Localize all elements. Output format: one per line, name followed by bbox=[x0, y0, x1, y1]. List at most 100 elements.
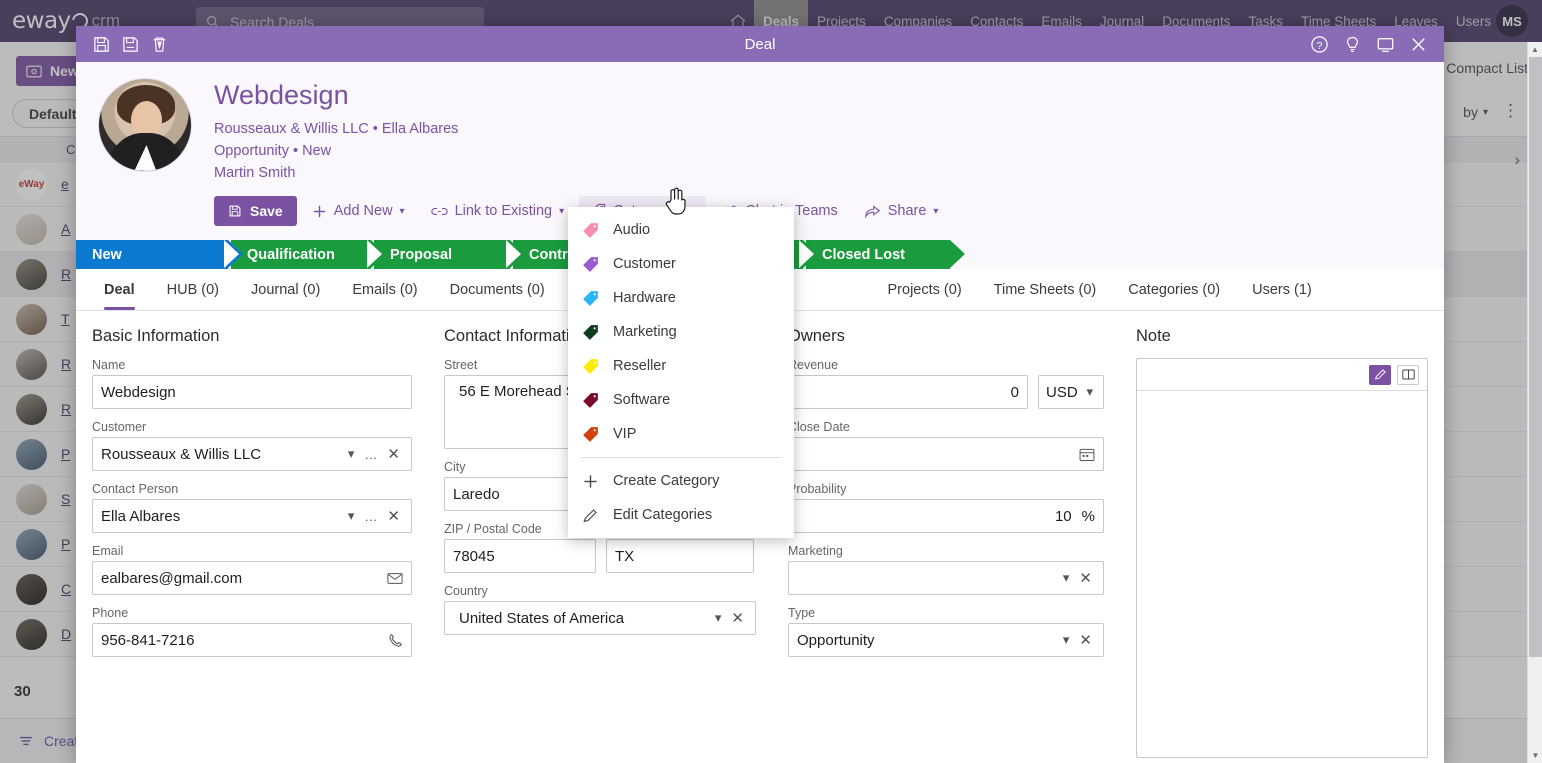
page-scrollbar[interactable]: ▲ ▼ bbox=[1527, 42, 1542, 763]
tab-projects[interactable]: Projects (0) bbox=[872, 270, 978, 310]
more-options-icon[interactable]: … bbox=[361, 447, 380, 462]
contact-person-input[interactable]: Ella Albares ▾ … ✕ bbox=[92, 499, 412, 534]
dialog-window-actions: ? bbox=[1310, 35, 1444, 54]
dialog-title-actions bbox=[76, 35, 169, 54]
phone-input[interactable]: 956-841-7216 bbox=[92, 623, 412, 658]
add-new-label: Add New bbox=[333, 203, 393, 220]
revenue-input[interactable]: 0 bbox=[788, 375, 1028, 410]
edit-categories-label: Edit Categories bbox=[613, 507, 713, 523]
tab-emails[interactable]: Emails (0) bbox=[336, 270, 433, 310]
note-editor[interactable] bbox=[1136, 358, 1428, 759]
category-item-audio[interactable]: Audio bbox=[568, 213, 794, 247]
chevron-down-icon[interactable]: ▾ bbox=[345, 508, 358, 524]
link-icon bbox=[430, 207, 448, 215]
tab-documents[interactable]: Documents (0) bbox=[434, 270, 561, 310]
field-value: 0 bbox=[1010, 383, 1019, 401]
pipeline-step-new[interactable]: New bbox=[76, 240, 243, 270]
deal-subtitle-line-3: Martin Smith bbox=[214, 165, 296, 182]
share-button[interactable]: Share ▾ bbox=[853, 196, 950, 226]
category-item-marketing[interactable]: Marketing bbox=[568, 315, 794, 349]
envelope-icon[interactable] bbox=[387, 572, 403, 585]
close-icon[interactable] bbox=[1409, 35, 1428, 54]
field-label: Country bbox=[444, 584, 488, 599]
save-icon bbox=[229, 205, 241, 217]
edit-categories-item[interactable]: Edit Categories bbox=[568, 498, 794, 532]
categories-dropdown: Audio Customer Hardware Marketing Resell… bbox=[568, 207, 794, 538]
link-to-existing-button[interactable]: Link to Existing ▾ bbox=[420, 196, 576, 226]
field-value: 956-841-7216 bbox=[101, 631, 195, 649]
pipeline-step-qualification[interactable]: Qualification bbox=[231, 240, 386, 270]
dialog-title-bar: Deal ? bbox=[76, 26, 1444, 62]
create-category-item[interactable]: Create Category bbox=[568, 464, 794, 498]
email-input[interactable]: ealbares@gmail.com bbox=[92, 561, 412, 596]
field-value: 78045 bbox=[453, 547, 495, 565]
clear-icon[interactable]: ✕ bbox=[1076, 631, 1095, 649]
deal-subtitle-line-2: Opportunity • New bbox=[214, 143, 332, 160]
more-options-icon[interactable]: … bbox=[361, 509, 380, 524]
category-item-reseller[interactable]: Reseller bbox=[568, 349, 794, 383]
field-value: Opportunity bbox=[797, 631, 875, 649]
save-icon[interactable] bbox=[92, 35, 111, 54]
currency-select[interactable]: USD ▾ bbox=[1038, 375, 1104, 410]
add-new-button[interactable]: Add New ▾ bbox=[301, 196, 416, 226]
scroll-down-icon[interactable]: ▼ bbox=[1528, 748, 1542, 763]
expand-panel-icon[interactable]: › bbox=[1514, 150, 1520, 170]
zip-input[interactable]: 78045 bbox=[444, 539, 596, 574]
probability-input[interactable]: 10 % bbox=[788, 499, 1104, 534]
scroll-up-icon[interactable]: ▲ bbox=[1528, 42, 1542, 57]
chevron-down-icon[interactable]: ▾ bbox=[345, 446, 358, 462]
tab-deal[interactable]: Deal bbox=[88, 270, 151, 311]
save-button[interactable]: Save bbox=[214, 196, 297, 227]
category-item-hardware[interactable]: Hardware bbox=[568, 281, 794, 315]
field-label: Email bbox=[92, 544, 124, 559]
state-input[interactable]: TX bbox=[606, 539, 754, 574]
edit-pencil-icon[interactable] bbox=[1369, 364, 1391, 385]
clear-icon[interactable]: ✕ bbox=[384, 445, 403, 463]
close-date-input[interactable] bbox=[788, 437, 1104, 472]
scroll-thumb[interactable] bbox=[1529, 57, 1542, 657]
deal-header-text: Webdesign Rousseaux & Willis LLC • Ella … bbox=[214, 78, 950, 227]
clear-icon[interactable]: ✕ bbox=[728, 609, 747, 627]
tab-journal[interactable]: Journal (0) bbox=[235, 270, 336, 310]
tab-users[interactable]: Users (1) bbox=[1236, 270, 1328, 310]
field-value: Rousseaux & Willis LLC bbox=[101, 445, 262, 463]
field-value: United States of America bbox=[459, 609, 625, 627]
category-item-software[interactable]: Software bbox=[568, 383, 794, 417]
field-customer: Customer Rousseaux & Willis LLC ▾ … ✕ bbox=[92, 420, 412, 472]
phone-icon[interactable] bbox=[388, 633, 403, 648]
chevron-down-icon[interactable]: ▾ bbox=[712, 610, 725, 626]
category-label: Audio bbox=[613, 222, 651, 238]
plus-icon bbox=[584, 474, 597, 488]
name-input[interactable]: Webdesign bbox=[92, 375, 412, 410]
screen-icon[interactable] bbox=[1376, 35, 1395, 54]
category-item-customer[interactable]: Customer bbox=[568, 247, 794, 281]
tab-hub[interactable]: HUB (0) bbox=[151, 270, 235, 310]
tab-label: Journal (0) bbox=[251, 282, 321, 299]
note-text-area[interactable] bbox=[1137, 391, 1427, 757]
contact-photo bbox=[98, 78, 192, 172]
chevron-down-icon[interactable]: ▾ bbox=[1060, 570, 1073, 586]
field-name: Name Webdesign bbox=[92, 358, 412, 410]
chevron-down-icon: ▾ bbox=[1086, 384, 1093, 400]
split-view-icon[interactable] bbox=[1397, 364, 1419, 385]
save-and-new-icon[interactable] bbox=[121, 35, 140, 54]
tab-time-sheets[interactable]: Time Sheets (0) bbox=[978, 270, 1113, 310]
delete-icon[interactable] bbox=[150, 35, 169, 54]
clear-icon[interactable]: ✕ bbox=[384, 507, 403, 525]
lightbulb-icon[interactable] bbox=[1343, 35, 1362, 54]
currency-value: USD bbox=[1046, 383, 1078, 401]
pipeline-step-proposal[interactable]: Proposal bbox=[374, 240, 525, 270]
marketing-input[interactable]: ▾ ✕ bbox=[788, 561, 1104, 596]
tab-categories[interactable]: Categories (0) bbox=[1112, 270, 1236, 310]
clear-icon[interactable]: ✕ bbox=[1076, 569, 1095, 587]
pipeline-notch bbox=[506, 240, 521, 269]
customer-input[interactable]: Rousseaux & Willis LLC ▾ … ✕ bbox=[92, 437, 412, 472]
type-input[interactable]: Opportunity ▾ ✕ bbox=[788, 623, 1104, 658]
calendar-icon[interactable] bbox=[1079, 447, 1095, 462]
category-item-vip[interactable]: VIP bbox=[568, 417, 794, 451]
pipeline-step-closed-lost[interactable]: Closed Lost bbox=[806, 240, 965, 270]
chevron-down-icon[interactable]: ▾ bbox=[1060, 632, 1073, 648]
help-icon[interactable]: ? bbox=[1310, 35, 1329, 54]
country-input[interactable]: United States of America ▾ ✕ bbox=[444, 601, 756, 636]
dialog-title: Deal bbox=[744, 35, 776, 53]
